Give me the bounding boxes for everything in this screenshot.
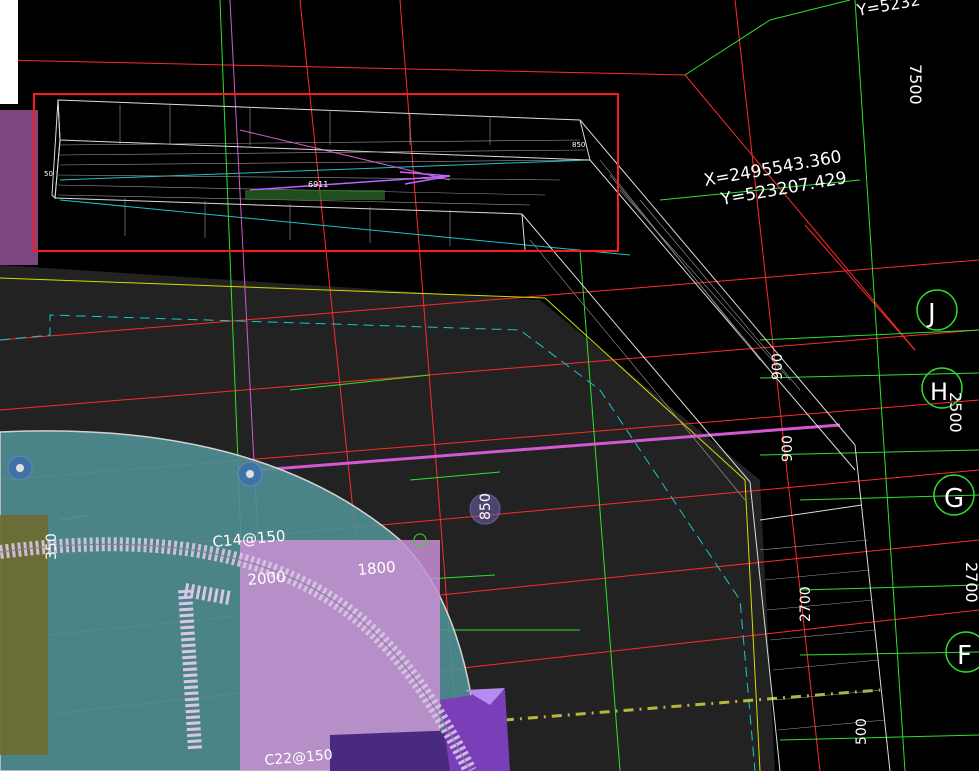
axis-label-j: J [926,299,936,329]
panel-edge [0,0,18,104]
dim-2700-wall: 2700 [798,586,814,622]
beam-label-band [245,190,385,200]
axis-label-f: F [957,641,972,671]
dim-850-small: 850 [572,141,585,149]
dim-2700-right: 2700 [962,562,979,603]
axis-label-g: G [944,484,964,514]
dim-50: 50 [44,170,53,178]
axis-label-h: H [930,378,948,406]
cad-drawing-canvas[interactable]: J H G F X=2495543.360 Y=523207.429 Y=523… [0,0,979,771]
cad-viewport[interactable]: J H G F X=2495543.360 Y=523207.429 Y=523… [0,0,979,771]
dim-500: 500 [854,718,870,745]
coordinate-top-partial: Y=5232 [854,0,921,20]
dim-6911: 6911 [308,180,328,189]
dim-900-b: 900 [780,435,796,462]
dim-2500: 2500 [946,392,965,433]
dim-900-a: 900 [770,353,786,380]
dim-850: 850 [478,493,494,520]
dim-1800: 1800 [357,558,397,579]
dim-7500: 7500 [906,64,925,105]
purple-column-top-left [0,110,38,265]
selection-box[interactable] [33,93,619,252]
dim-2000: 2000 [247,568,287,589]
direction-arrow [249,171,451,191]
axis-bubbles [916,289,979,673]
dim-350: 350 [44,533,60,560]
